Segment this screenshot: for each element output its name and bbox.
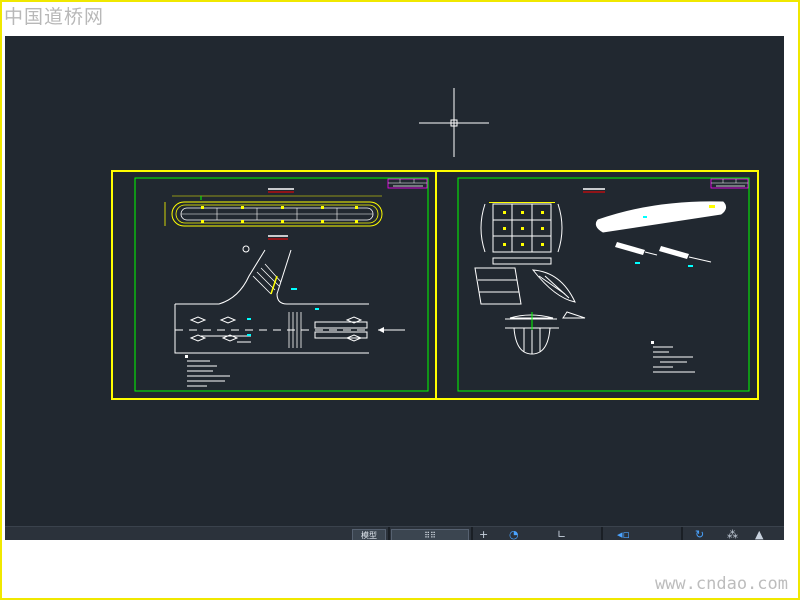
cad-drawing-area[interactable]: 模型 ⠿⠿ + ◔ ∟ ◂▫ ↻ ⁂ ▲: [5, 36, 784, 540]
drawing-canvas[interactable]: [5, 36, 784, 540]
right-notes: [651, 341, 695, 373]
section-view: [505, 311, 586, 355]
sub-heading: [268, 235, 288, 240]
polar-icon[interactable]: ◔: [509, 528, 519, 540]
annotation-icon[interactable]: ↻: [695, 528, 704, 540]
scale-icon[interactable]: ⁂: [727, 528, 738, 540]
rumble-strip-markers: [201, 206, 358, 223]
osnap-icon[interactable]: ∟: [557, 528, 566, 540]
status-bar: 模型 ⠿⠿ + ◔ ∟ ◂▫ ↻ ⁂ ▲: [5, 526, 784, 540]
right-heading: [583, 188, 605, 193]
left-sheet[interactable]: [134, 177, 429, 392]
site-watermark-bottom: www.cndao.com: [654, 574, 788, 594]
right-title-block: [710, 178, 749, 189]
speed-hump-side: [595, 201, 727, 233]
model-tab[interactable]: 模型: [352, 529, 386, 540]
left-title-block: [387, 178, 428, 189]
left-notes: [185, 355, 230, 387]
block-detail-marks: [489, 202, 555, 246]
left-heading: [268, 188, 294, 193]
grid-button[interactable]: ⠿⠿: [391, 529, 469, 540]
intersection-diamonds: [189, 316, 363, 342]
site-watermark-top: 中国道桥网: [4, 6, 105, 28]
workspace-icon[interactable]: ◂▫: [617, 528, 630, 540]
anchor-bolts: [615, 242, 712, 267]
left-inner-frame: [134, 177, 429, 392]
rumble-strip-plan: [164, 195, 383, 227]
crosshair-cursor: [419, 88, 489, 157]
right-sheet[interactable]: [457, 177, 750, 392]
block-perspective: [474, 267, 576, 305]
snap-icon[interactable]: +: [479, 528, 488, 540]
up-arrow-icon[interactable]: ▲: [755, 528, 763, 540]
